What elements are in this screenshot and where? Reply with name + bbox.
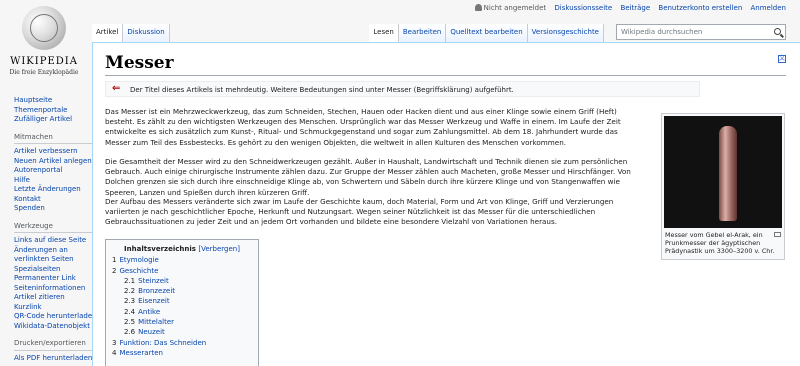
tab-history[interactable]: Versionsgeschichte [527, 24, 604, 42]
infobox-image: Messer vom Gebel el-Arak, ein Prunkmesse… [661, 113, 785, 260]
user-icon [474, 4, 482, 11]
not-logged-in: Nicht angemeldet [474, 4, 546, 12]
toc-entry[interactable]: 3 Funktion: Das Schneiden [112, 338, 252, 348]
intro-paragraph-2: Die Gesamtheit der Messer wird zu den Sc… [105, 157, 631, 197]
disambiguation-icon: ⇐ [112, 83, 121, 94]
sidebar-item-improve[interactable]: Artikel verbessern [14, 147, 98, 157]
toc-entry[interactable]: 4 Messerarten [112, 348, 252, 358]
tab-discussion[interactable]: Diskussion [123, 24, 170, 42]
contributions-link[interactable]: Beiträge [620, 4, 650, 12]
knife-blade [719, 126, 737, 221]
page-title: Messer [105, 53, 174, 73]
toc-entry[interactable]: 2.3 Eisenzeit [112, 296, 252, 306]
enlarge-icon[interactable] [774, 232, 781, 237]
sidebar-item-qr-code[interactable]: QR-Code herunterladen [14, 312, 98, 322]
sidebar-item-shortlink[interactable]: Kurzlink [14, 303, 98, 313]
sidebar-heading-print: Drucken/exportieren [14, 339, 98, 351]
sidebar-item-author-portal[interactable]: Autorenportal [14, 166, 98, 176]
puzzle-globe-icon [22, 6, 66, 50]
search-input[interactable]: Wikipedia durchsuchen [616, 24, 786, 40]
namespace-tabs: Artikel Diskussion [92, 24, 170, 42]
sidebar-item-pdf[interactable]: Als PDF herunterladen [14, 354, 98, 364]
title-divider [105, 75, 786, 76]
knife-image[interactable] [664, 116, 782, 228]
talk-page-link[interactable]: Diskussionsseite [554, 4, 612, 12]
toc-entry[interactable]: 2.2 Bronzezeit [112, 286, 252, 296]
tab-edit-source[interactable]: Quelltext bearbeiten [446, 24, 528, 42]
search-icon[interactable] [774, 28, 781, 35]
sidebar-item-portals[interactable]: Themenportale [14, 106, 98, 116]
view-tabs: Lesen Bearbeiten Quelltext bearbeiten Ve… [369, 24, 604, 42]
sidebar-item-random[interactable]: Zufälliger Artikel [14, 115, 98, 125]
sidebar-heading-mitmachen: Mitmachen [14, 133, 98, 144]
content-area: Messer 文 ⇐ Der Titel dieses Artikels ist… [92, 42, 800, 366]
intro-paragraph-1: Das Messer ist ein Mehrzweckwerkzeug, da… [105, 107, 621, 147]
intro-paragraph-3: Der Aufbau des Messers veränderte sich z… [105, 197, 614, 227]
sidebar-item-help[interactable]: Hilfe [14, 176, 98, 186]
language-icon[interactable]: 文 [778, 55, 786, 63]
toc-entry[interactable]: 2.5 Mittelalter [112, 317, 252, 327]
sidebar-heading-werkzeuge: Werkzeuge [14, 222, 98, 233]
disambiguation-hatnote: ⇐ Der Titel dieses Artikels ist mehrdeut… [105, 81, 700, 97]
sidebar-item-special-pages[interactable]: Spezialseiten [14, 265, 98, 275]
personal-tools: Nicht angemeldet Diskussionsseite Beiträ… [469, 4, 786, 12]
sidebar-item-contact[interactable]: Kontakt [14, 195, 98, 205]
sidebar-item-new-article[interactable]: Neuen Artikel anlegen [14, 157, 98, 167]
sidebar-item-permalink[interactable]: Permanenter Link [14, 274, 98, 284]
toc-toggle[interactable]: [Verbergen] [198, 245, 240, 253]
login-link[interactable]: Anmelden [751, 4, 786, 12]
sidebar-item-main-page[interactable]: Hauptseite [14, 96, 98, 106]
sidebar-item-related-changes-2[interactable]: verlinkten Seiten [14, 255, 98, 265]
toc-entry[interactable]: 2 Geschichte [112, 266, 252, 276]
sidebar-item-cite[interactable]: Artikel zitieren [14, 293, 98, 303]
sidebar-item-donate[interactable]: Spenden [14, 204, 98, 214]
sidebar-item-related-changes-1[interactable]: Änderungen an [14, 246, 98, 256]
sidebar: Hauptseite Themenportale Zufälliger Arti… [14, 96, 98, 363]
toc-entry[interactable]: 2.1 Steinzeit [112, 276, 252, 286]
toc-header: Inhaltsverzeichnis [Verbergen] [112, 244, 252, 254]
sidebar-item-wikidata[interactable]: Wikidata-Datenobjekt [14, 322, 98, 332]
table-of-contents: Inhaltsverzeichnis [Verbergen] 1 Etymolog… [105, 239, 259, 366]
tab-edit[interactable]: Bearbeiten [398, 24, 447, 42]
toc-entry[interactable]: 2.6 Neuzeit [112, 327, 252, 337]
hatnote-text: Der Titel dieses Artikels ist mehrdeutig… [130, 86, 514, 94]
tab-article[interactable]: Artikel [92, 24, 124, 42]
logo-tagline: Die freie Enzyklopädie [9, 69, 79, 76]
image-caption: Messer vom Gebel el-Arak, ein Prunkmesse… [664, 228, 782, 257]
create-account-link[interactable]: Benutzerkonto erstellen [658, 4, 742, 12]
tab-read[interactable]: Lesen [369, 24, 399, 42]
toc-entry[interactable]: 2.4 Antike [112, 307, 252, 317]
logo-wordmark: WIKIPEDIA [10, 56, 78, 67]
caption-text: Messer vom Gebel el-Arak, ein Prunkmesse… [665, 231, 775, 255]
sidebar-item-whatlinkshere[interactable]: Links auf diese Seite [14, 236, 98, 246]
toc-entry[interactable]: 1 Etymologie [112, 255, 252, 265]
sidebar-item-page-info[interactable]: Seiteninformationen [14, 284, 98, 294]
wikipedia-logo[interactable]: WIKIPEDIA Die freie Enzyklopädie [0, 0, 88, 90]
sidebar-item-recent-changes[interactable]: Letzte Änderungen [14, 185, 98, 195]
search-placeholder: Wikipedia durchsuchen [621, 28, 703, 36]
toc-title: Inhaltsverzeichnis [124, 245, 196, 253]
